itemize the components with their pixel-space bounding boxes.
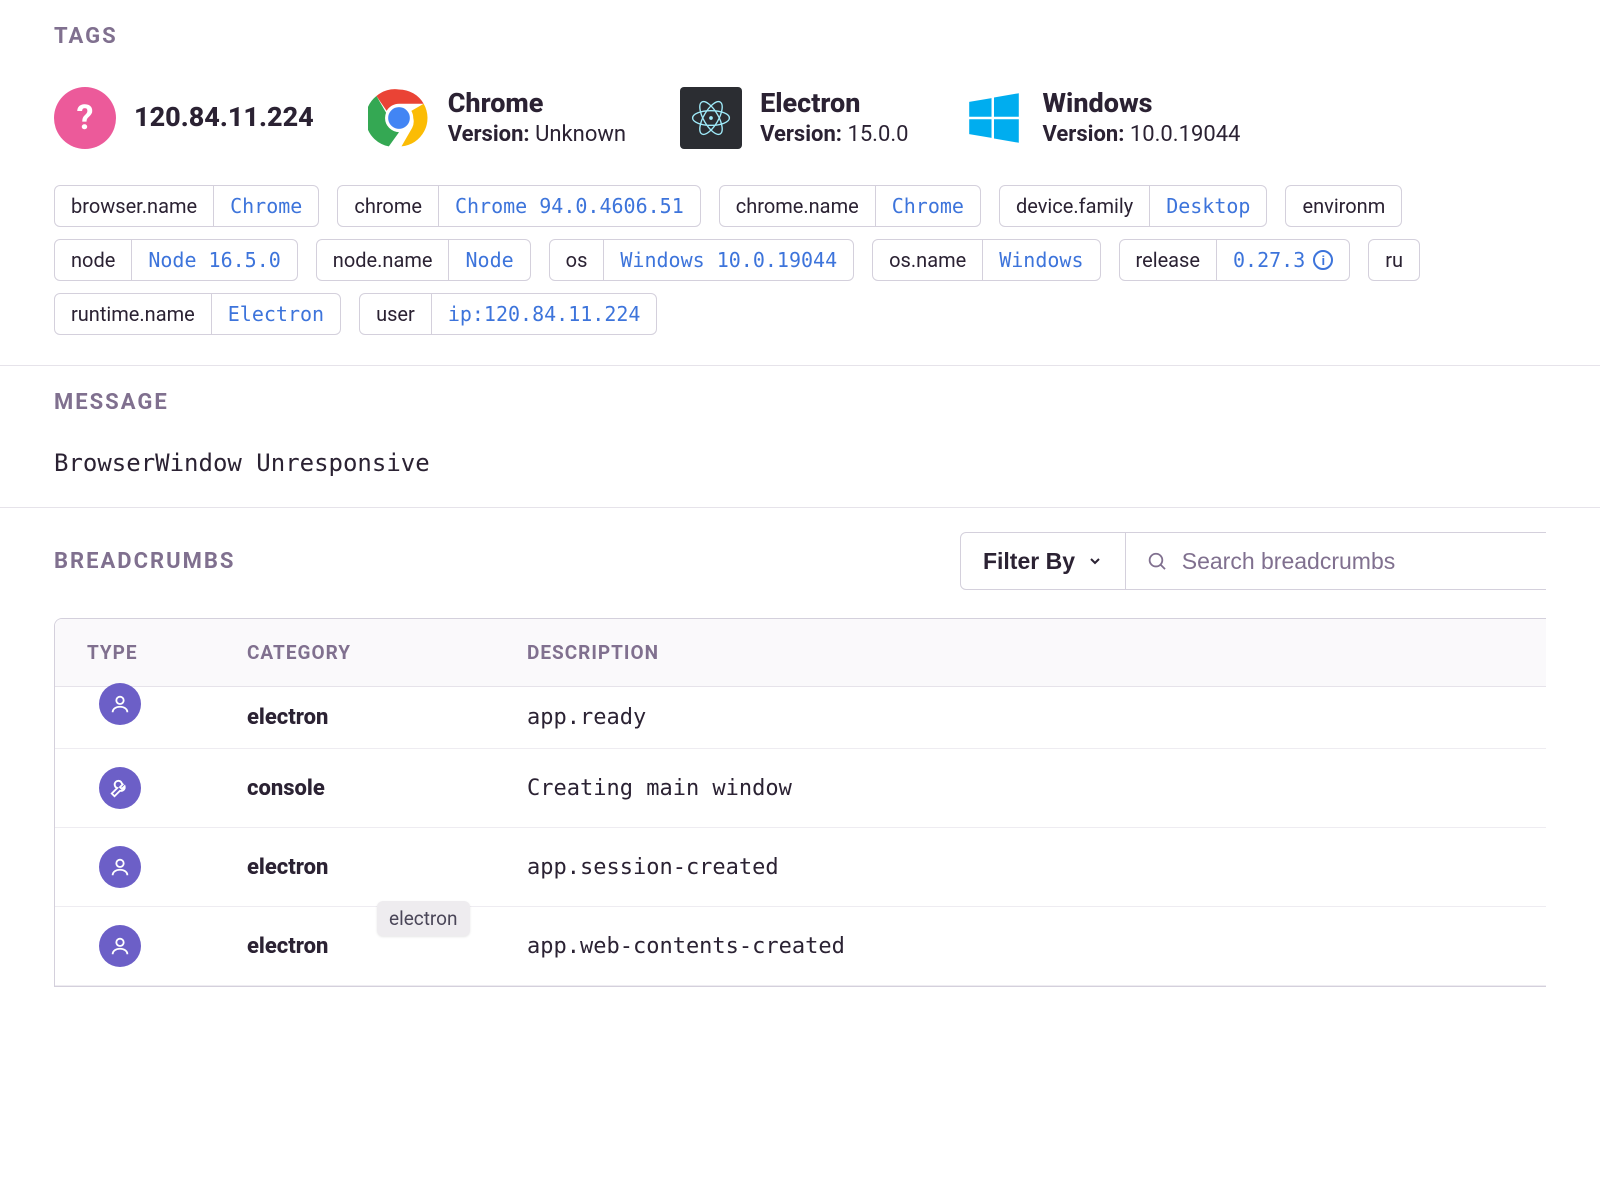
filter-by-button[interactable]: Filter By	[960, 532, 1126, 590]
tags-section: TAGS ? 120.84.11.224 Chrome	[0, 0, 1600, 366]
hero-ip-value: 120.84.11.224	[134, 101, 314, 135]
category-cell: console	[247, 776, 527, 801]
message-heading: MESSAGE	[54, 390, 1546, 415]
tag-key: device.family	[1000, 186, 1150, 226]
tag-key: ru	[1369, 240, 1419, 280]
tag-pill[interactable]: nodeNode 16.5.0	[54, 239, 298, 281]
hero-browser-name: Chrome	[448, 87, 626, 121]
category-cell: electron	[247, 705, 527, 730]
tag-pills: browser.nameChromechromeChrome 94.0.4606…	[54, 185, 1546, 335]
tag-key: os.name	[873, 240, 983, 280]
wrench-icon	[99, 767, 141, 809]
description-cell: Creating main window	[527, 776, 1546, 801]
user-icon	[99, 846, 141, 888]
tag-key: chrome.name	[720, 186, 876, 226]
type-cell	[87, 846, 247, 888]
tag-pill[interactable]: userip:120.84.11.224	[359, 293, 657, 335]
tag-value: Electron	[212, 294, 340, 334]
hero-os-name: Windows	[1043, 87, 1241, 121]
info-icon[interactable]: i	[1313, 250, 1333, 270]
table-row[interactable]: electronapp.session-created	[55, 828, 1546, 907]
tag-key: user	[360, 294, 432, 334]
description-cell: app.session-created	[527, 855, 1546, 880]
tooltip: electron	[377, 901, 470, 936]
description-cell: app.web-contents-created	[527, 934, 1546, 959]
breadcrumbs-controls: Filter By	[960, 532, 1546, 590]
tag-value: Desktop	[1150, 186, 1266, 226]
tag-value: Chrome	[214, 186, 318, 226]
category-cell: electron	[247, 855, 527, 880]
tag-pill[interactable]: os.nameWindows	[872, 239, 1100, 281]
search-input[interactable]	[1182, 548, 1526, 575]
hero-electron: Electron Version: 15.0.0	[680, 87, 908, 149]
tag-pill[interactable]: environm	[1285, 185, 1402, 227]
tag-key: environm	[1286, 186, 1401, 226]
search-wrap	[1126, 532, 1546, 590]
search-icon	[1146, 549, 1168, 573]
table-row[interactable]: electronapp.web-contents-createdelectron	[55, 907, 1546, 986]
category-cell: electron	[247, 934, 527, 959]
electron-icon	[680, 87, 742, 149]
breadcrumbs-table: TYPE CATEGORY DESCRIPTION electronapp.re…	[54, 618, 1546, 987]
tag-pill[interactable]: release0.27.3i	[1119, 239, 1351, 281]
tag-pill[interactable]: ru	[1368, 239, 1420, 281]
chevron-down-icon	[1087, 553, 1103, 569]
breadcrumbs-heading: BREADCRUMBS	[54, 549, 235, 574]
hero-browser-version: Version: Unknown	[448, 121, 626, 149]
table-row[interactable]: consoleCreating main window	[55, 749, 1546, 828]
col-description: DESCRIPTION	[527, 641, 1546, 664]
type-cell	[87, 711, 247, 725]
tag-value: Chrome	[876, 186, 980, 226]
tags-hero-row: ? 120.84.11.224 Chrome Version:	[54, 87, 1546, 149]
tag-key: chrome	[338, 186, 439, 226]
col-category: CATEGORY	[247, 641, 527, 664]
tag-value: Chrome 94.0.4606.51	[439, 186, 700, 226]
tag-pill[interactable]: node.nameNode	[316, 239, 531, 281]
hero-electron-name: Electron	[760, 87, 908, 121]
breadcrumbs-section: BREADCRUMBS Filter By TYPE CATEGORY DESC…	[0, 508, 1600, 1017]
tag-key: release	[1120, 240, 1217, 280]
tag-pill[interactable]: chromeChrome 94.0.4606.51	[337, 185, 700, 227]
hero-browser: Chrome Version: Unknown	[368, 87, 626, 149]
message-section: MESSAGE BrowserWindow Unresponsive	[0, 366, 1600, 508]
windows-icon	[963, 87, 1025, 149]
hero-ip: ? 120.84.11.224	[54, 87, 314, 149]
type-cell	[87, 925, 247, 967]
tag-pill[interactable]: browser.nameChrome	[54, 185, 319, 227]
tag-pill[interactable]: osWindows 10.0.19044	[549, 239, 854, 281]
tag-key: browser.name	[55, 186, 214, 226]
user-icon	[99, 683, 141, 725]
message-text: BrowserWindow Unresponsive	[54, 449, 1546, 477]
tag-value: Node 16.5.0	[132, 240, 296, 280]
tag-value: ip:120.84.11.224	[432, 294, 657, 334]
tag-key: runtime.name	[55, 294, 212, 334]
tag-key: node.name	[317, 240, 450, 280]
breadcrumbs-header-row: TYPE CATEGORY DESCRIPTION	[55, 619, 1546, 687]
tag-pill[interactable]: runtime.nameElectron	[54, 293, 341, 335]
user-icon	[99, 925, 141, 967]
tag-value: Windows	[983, 240, 1099, 280]
table-row[interactable]: electronapp.ready	[55, 687, 1546, 749]
tag-value: Windows 10.0.19044	[604, 240, 853, 280]
hero-electron-version: Version: 15.0.0	[760, 121, 908, 149]
tag-pill[interactable]: chrome.nameChrome	[719, 185, 981, 227]
tags-heading: TAGS	[54, 24, 1546, 49]
hero-os-version: Version: 10.0.19044	[1043, 121, 1241, 149]
tag-value: 0.27.3i	[1217, 240, 1349, 280]
tag-key: os	[550, 240, 605, 280]
col-type: TYPE	[87, 641, 247, 664]
tag-pill[interactable]: device.familyDesktop	[999, 185, 1268, 227]
question-icon: ?	[54, 87, 116, 149]
type-cell	[87, 767, 247, 809]
chrome-icon	[368, 87, 430, 149]
tag-key: node	[55, 240, 132, 280]
description-cell: app.ready	[527, 705, 1546, 730]
hero-os: Windows Version: 10.0.19044	[963, 87, 1241, 149]
tag-value: Node	[449, 240, 529, 280]
